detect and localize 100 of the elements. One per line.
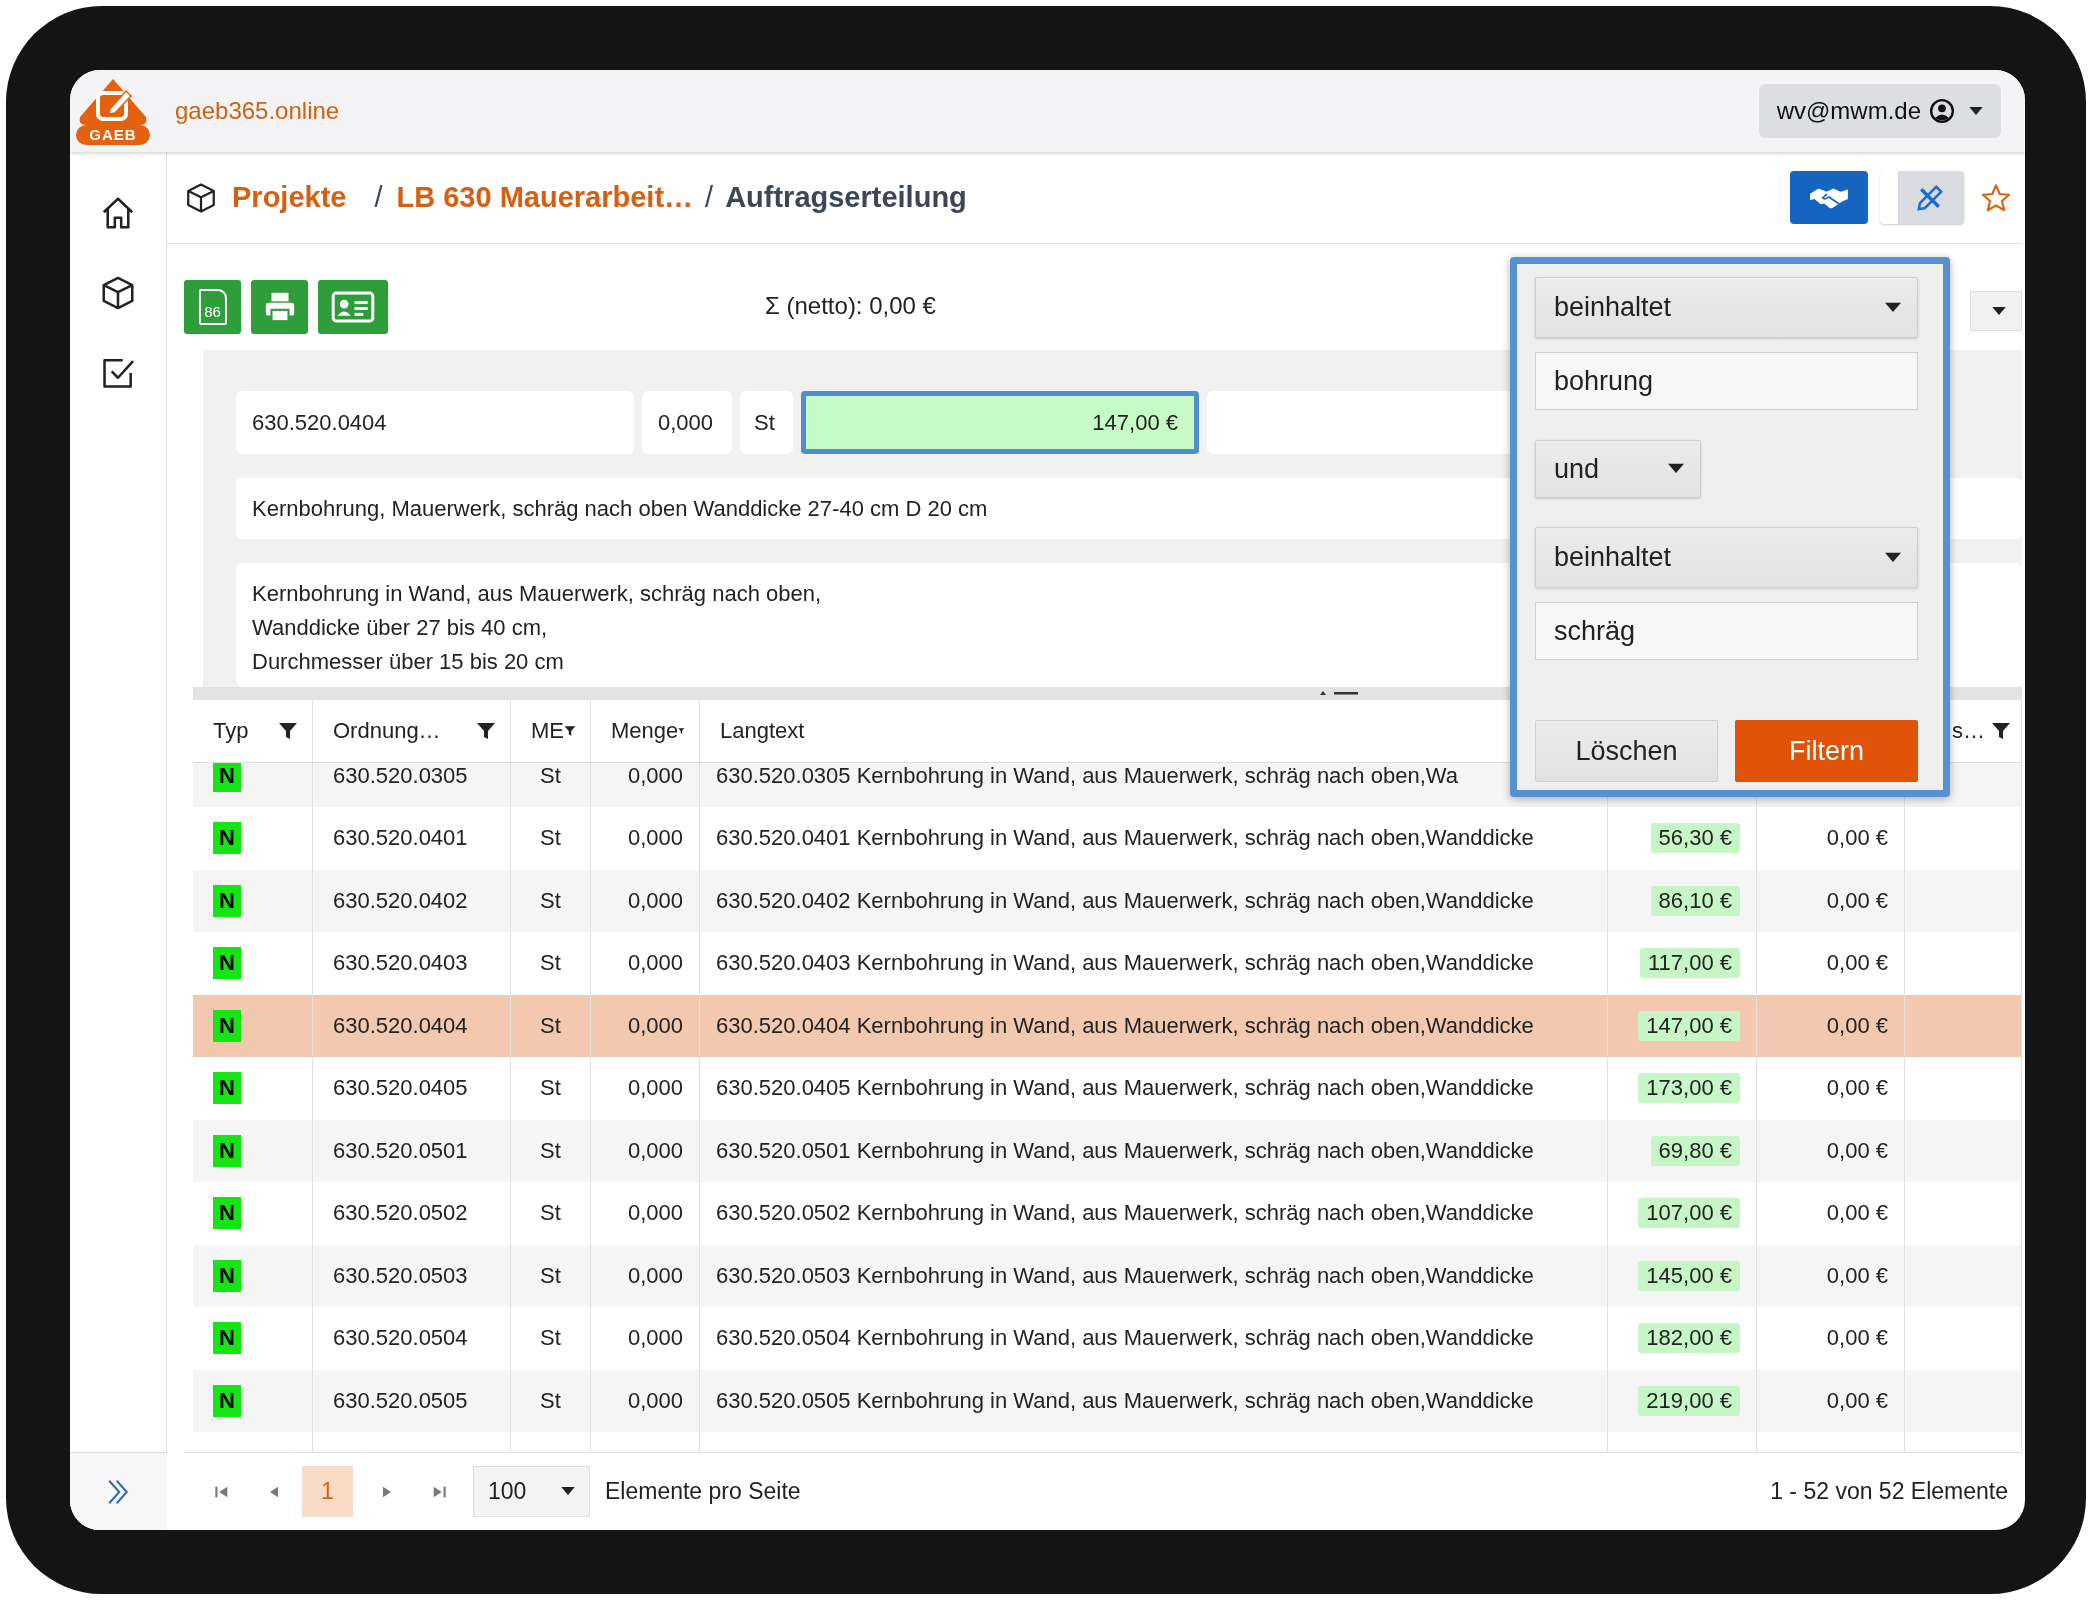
- quantity-field[interactable]: 0,000: [642, 391, 732, 455]
- table-cell: 630.520.0504: [313, 1307, 511, 1370]
- table-row[interactable]: N 630.520.0402 St 0,000 630.520.0402 Kernbohrung in Wand, aus Mauerwerk, schräg nach oben,Wanddicke 86,10 € 0,00 €: [193, 869, 2022, 932]
- price-cell: 173,00 €: [1638, 1073, 1740, 1104]
- table-cell: 0,000: [591, 1057, 700, 1120]
- table-row[interactable]: N 630.520.0501 St 0,000 630.520.0501 Kernbohrung in Wand, aus Mauerwerk, schräg nach oben,Wanddicke 69,80 € 0,00 €: [193, 1119, 2022, 1182]
- price-cell: 117,00 €: [1640, 948, 1740, 979]
- site-name[interactable]: gaeb365.online: [175, 97, 340, 125]
- handshake-button[interactable]: [1790, 171, 1868, 224]
- column-header[interactable]: Typ: [213, 718, 249, 744]
- breadcrumb-link[interactable]: LB 630 Mauerarbeit…: [396, 181, 694, 214]
- table-cell: 630.520.0401: [313, 807, 511, 870]
- table-cell: 0,00 €: [1826, 950, 1888, 977]
- page-size-dropdown[interactable]: 100: [473, 1466, 590, 1517]
- table-cell: 630.520.0502 Kernbohrung in Wand, aus Mauerwerk, schräg nach oben,Wanddicke: [700, 1182, 1608, 1245]
- table-cell: St: [511, 932, 591, 995]
- dropdown[interactable]: [1970, 291, 2022, 331]
- print-button[interactable]: [251, 280, 308, 334]
- type-badge: N: [213, 1134, 241, 1167]
- filter-icon[interactable]: [278, 721, 298, 741]
- table-cell: 630.520.0403: [313, 932, 511, 995]
- table-cell: St: [511, 807, 591, 870]
- table-cell: 0,00 €: [1826, 887, 1888, 914]
- user-icon: [1929, 98, 1955, 124]
- breadcrumb-separator: /: [374, 181, 383, 214]
- pager-summary: 1 - 52 von 52 Elemente: [1770, 1478, 2008, 1505]
- position-field[interactable]: 630.520.0404: [236, 391, 634, 455]
- user-menu-button[interactable]: wv@mwm.de: [1758, 84, 2001, 138]
- operator-select[interactable]: beinhaltet: [1535, 527, 1918, 588]
- operator-select[interactable]: beinhaltet: [1535, 277, 1918, 338]
- table-cell: St: [511, 1057, 591, 1120]
- type-badge: N: [213, 822, 241, 855]
- type-badge: N: [213, 1384, 241, 1417]
- price-cell: 86,10 €: [1650, 885, 1740, 916]
- column-header[interactable]: s…: [1952, 718, 1985, 744]
- type-badge: N: [213, 763, 241, 792]
- unit-field[interactable]: St: [740, 391, 793, 455]
- price-cell: 147,00 €: [1638, 1010, 1740, 1041]
- breadcrumb-separator: /: [705, 181, 714, 214]
- type-badge: N: [213, 1322, 241, 1355]
- type-badge: N: [213, 884, 241, 917]
- price-cell: 69,80 €: [1650, 1135, 1740, 1166]
- type-badge: N: [213, 947, 241, 980]
- cube-icon[interactable]: [99, 274, 137, 312]
- filter-value-field[interactable]: schräg: [1535, 602, 1918, 660]
- toggle-button[interactable]: [1880, 171, 1964, 224]
- table-cell: 630.520.0403 Kernbohrung in Wand, aus Mauerwerk, schräg nach oben,Wanddicke: [700, 932, 1608, 995]
- logo-badge: GAEB: [76, 125, 150, 145]
- table-cell: 0,00 €: [1826, 1387, 1888, 1414]
- table-row[interactable]: N 630.520.0505 St 0,000 630.520.0505 Kernbohrung in Wand, aus Mauerwerk, schräg nach oben,Wanddicke 219,00 € 0,00 €: [193, 1369, 2022, 1432]
- table-cell: 0,000: [591, 807, 700, 870]
- page-size-label: Elemente pro Seite: [605, 1478, 801, 1505]
- column-header[interactable]: ME: [531, 718, 564, 744]
- table-cell: 630.520.0504 Kernbohrung in Wand, aus Mauerwerk, schräg nach oben,Wanddicke: [700, 1307, 1608, 1370]
- clear-button[interactable]: Löschen: [1535, 720, 1718, 782]
- column-header[interactable]: Langtext: [720, 718, 805, 744]
- contact-card-button[interactable]: [318, 280, 388, 334]
- price-cell: 182,00 €: [1638, 1323, 1740, 1354]
- pencil-ruler-icon: [1915, 182, 1945, 213]
- table-cell: 0,000: [591, 932, 700, 995]
- table-cell: 630.520.0502: [313, 1182, 511, 1245]
- caret-icon: [1668, 463, 1684, 475]
- net-total: Σ (netto): 0,00 €: [765, 292, 936, 320]
- breadcrumb-link[interactable]: Projekte: [232, 181, 347, 214]
- price-cell: 56,30 €: [1650, 823, 1740, 854]
- table-cell: 0,00 €: [1826, 1200, 1888, 1227]
- price-cell: 145,00 €: [1638, 1260, 1740, 1291]
- table-cell: 0,000: [591, 1307, 700, 1370]
- star-icon[interactable]: [1980, 181, 2012, 214]
- table-cell: 0,00 €: [1826, 1012, 1888, 1039]
- price-cell: 219,00 €: [1638, 1385, 1740, 1416]
- caret-icon: [1969, 106, 1983, 116]
- column-header[interactable]: Ordnung…: [333, 718, 441, 744]
- column-header[interactable]: Menge: [611, 718, 679, 744]
- table-cell: 630.520.0405: [313, 1057, 511, 1120]
- price-field[interactable]: 147,00 €: [801, 391, 1199, 455]
- type-badge: N: [213, 1197, 241, 1230]
- table-cell: 0,00 €: [1826, 1262, 1888, 1289]
- table-cell: 630.520.0401 Kernbohrung in Wand, aus Mauerwerk, schräg nach oben,Wanddicke: [700, 807, 1608, 870]
- table-cell: 0,00 €: [1826, 825, 1888, 852]
- table-cell: 0,00 €: [1826, 1325, 1888, 1352]
- breadcrumb-current: Auftragserteilung: [725, 181, 967, 214]
- filter-icon[interactable]: [476, 721, 496, 741]
- type-badge: N: [213, 1259, 241, 1292]
- caret-icon: [561, 1487, 575, 1496]
- filter-button[interactable]: Filtern: [1735, 720, 1918, 782]
- logic-select[interactable]: und: [1535, 440, 1701, 498]
- caret-icon: [1885, 301, 1901, 314]
- table-row[interactable]: N 630.520.0404 St 0,000 630.520.0404 Kernbohrung in Wand, aus Mauerwerk, schräg nach oben,Wanddicke 147,00 € 0,00 €: [193, 994, 2022, 1057]
- id-card-icon: [331, 290, 375, 324]
- table-cell: 0,000: [591, 1182, 700, 1245]
- filter-icon[interactable]: [1991, 721, 2011, 741]
- table-cell: 630.520.0405 Kernbohrung in Wand, aus Mauerwerk, schräg nach oben,Wanddicke: [700, 1057, 1608, 1120]
- table-cell: St: [511, 1307, 591, 1370]
- type-badge: N: [213, 1009, 241, 1042]
- filter-value-field[interactable]: bohrung: [1535, 352, 1918, 410]
- price-cell: 107,00 €: [1638, 1198, 1740, 1229]
- table-cell: 0,00 €: [1826, 1137, 1888, 1164]
- table-cell: 0,00 €: [1826, 1075, 1888, 1102]
- table-row[interactable]: N 630.520.0503 St 0,000 630.520.0503 Kernbohrung in Wand, aus Mauerwerk, schräg nach oben,Wanddicke 145,00 € 0,00 €: [193, 1244, 2022, 1307]
